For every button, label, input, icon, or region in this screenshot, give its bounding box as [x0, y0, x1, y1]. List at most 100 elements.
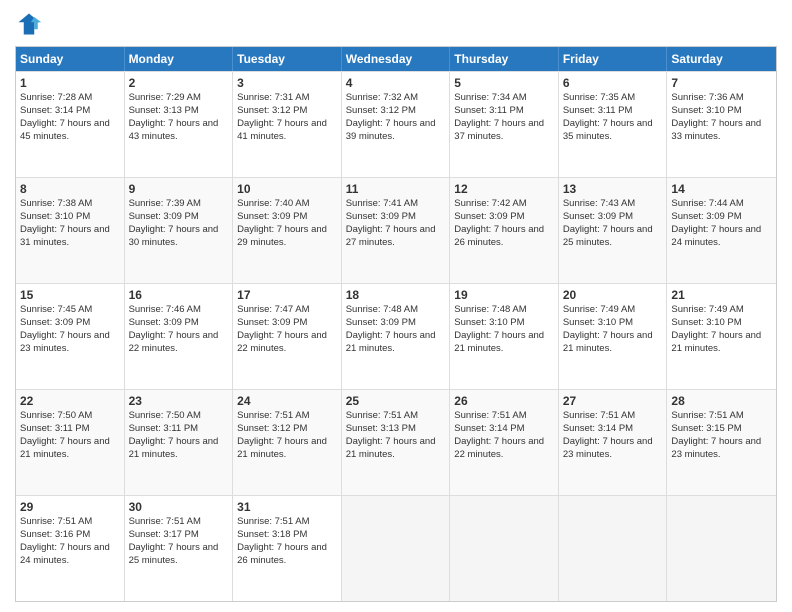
- day-number: 16: [129, 287, 229, 303]
- sunrise-text: Sunrise: 7:50 AM: [20, 410, 92, 421]
- day-cell-13: 13Sunrise: 7:43 AMSunset: 3:09 PMDayligh…: [559, 178, 668, 283]
- daylight-text: Daylight: 7 hours and 21 minutes.: [237, 436, 327, 460]
- calendar-row-5: 29Sunrise: 7:51 AMSunset: 3:16 PMDayligh…: [16, 495, 776, 601]
- daylight-text: Daylight: 7 hours and 35 minutes.: [563, 118, 653, 142]
- day-number: 19: [454, 287, 554, 303]
- day-cell-18: 18Sunrise: 7:48 AMSunset: 3:09 PMDayligh…: [342, 284, 451, 389]
- day-number: 12: [454, 181, 554, 197]
- calendar-row-2: 8Sunrise: 7:38 AM Sunset: 3:10 PM Daylight…: [16, 177, 776, 283]
- sunset-text: Sunset: 3:11 PM: [563, 105, 633, 116]
- header-day-wednesday: Wednesday: [342, 47, 451, 71]
- day-number: 5: [454, 75, 554, 91]
- sunrise-text: Sunrise: 7:35 AM: [563, 92, 635, 103]
- daylight-text: Daylight: 7 hours and 39 minutes.: [346, 118, 436, 142]
- sunset-text: Sunset: 3:14 PM: [454, 423, 524, 434]
- sunset-text: Sunset: 3:12 PM: [237, 423, 307, 434]
- sunrise-text: Sunrise: 7:31 AM: [237, 92, 309, 103]
- sunrise-text: Sunrise: 7:50 AM: [129, 410, 201, 421]
- daylight-text: Daylight: 7 hours and 26 minutes.: [454, 224, 544, 248]
- sunrise-text: Sunrise: 7:36 AM: [671, 92, 743, 103]
- sunset-text: Sunset: 3:10 PM: [671, 317, 741, 328]
- empty-cell: [342, 496, 451, 601]
- day-number: 31: [237, 499, 337, 515]
- day-number: 10: [237, 181, 337, 197]
- sunrise-text: Sunrise: 7:48 AM: [454, 304, 526, 315]
- day-cell-19: 19Sunrise: 7:48 AMSunset: 3:10 PMDayligh…: [450, 284, 559, 389]
- sunrise-text: Sunrise: 7:46 AM: [129, 304, 201, 315]
- sunset-text: Sunset: 3:11 PM: [129, 423, 199, 434]
- header-day-monday: Monday: [125, 47, 234, 71]
- daylight-text: Daylight: 7 hours and 45 minutes.: [20, 118, 110, 142]
- sunrise-text: Sunrise: 7:51 AM: [671, 410, 743, 421]
- empty-cell: [667, 496, 776, 601]
- day-cell-12: 12Sunrise: 7:42 AM Sunset: 3:09 PM Dayligh…: [450, 178, 559, 283]
- daylight-text: Daylight: 7 hours and 22 minutes.: [454, 436, 544, 460]
- header-day-saturday: Saturday: [667, 47, 776, 71]
- sunrise-text: Sunrise: 7:45 AM: [20, 304, 92, 315]
- day-number: 21: [671, 287, 772, 303]
- header-day-sunday: Sunday: [16, 47, 125, 71]
- day-number: 8: [20, 181, 120, 197]
- daylight-text: Daylight: 7 hours and 43 minutes.: [129, 118, 219, 142]
- calendar-body: 1Sunrise: 7:28 AM Sunset: 3:14 PM Daylight…: [16, 71, 776, 601]
- daylight-text: Daylight: 7 hours and 23 minutes.: [563, 436, 653, 460]
- sunset-text: Sunset: 3:09 PM: [454, 211, 524, 222]
- daylight-text: Daylight: 7 hours and 21 minutes.: [20, 436, 110, 460]
- daylight-text: Daylight: 7 hours and 37 minutes.: [454, 118, 544, 142]
- day-number: 7: [671, 75, 772, 91]
- day-cell-11: 11Sunrise: 7:41 AMSunset: 3:09 PMDayligh…: [342, 178, 451, 283]
- sunset-text: Sunset: 3:09 PM: [129, 317, 199, 328]
- day-cell-29: 29Sunrise: 7:51 AMSunset: 3:16 PMDayligh…: [16, 496, 125, 601]
- daylight-text: Daylight: 7 hours and 21 minutes.: [346, 436, 436, 460]
- sunset-text: Sunset: 3:09 PM: [671, 211, 741, 222]
- daylight-text: Daylight: 7 hours and 24 minutes.: [671, 224, 761, 248]
- day-number: 27: [563, 393, 663, 409]
- day-number: 9: [129, 181, 229, 197]
- sunrise-text: Sunrise: 7:51 AM: [20, 516, 92, 527]
- sunrise-text: Sunrise: 7:28 AM: [20, 92, 92, 103]
- sunset-text: Sunset: 3:12 PM: [237, 105, 307, 116]
- sunrise-text: Sunrise: 7:38 AM: [20, 198, 92, 209]
- day-cell-4: 4Sunrise: 7:32 AMSunset: 3:12 PMDaylight…: [342, 72, 451, 177]
- day-number: 1: [20, 75, 120, 91]
- sunrise-text: Sunrise: 7:32 AM: [346, 92, 418, 103]
- sunset-text: Sunset: 3:09 PM: [20, 317, 90, 328]
- sunset-text: Sunset: 3:11 PM: [20, 423, 90, 434]
- day-cell-21: 21Sunrise: 7:49 AMSunset: 3:10 PMDayligh…: [667, 284, 776, 389]
- day-number: 29: [20, 499, 120, 515]
- day-number: 17: [237, 287, 337, 303]
- sunset-text: Sunset: 3:13 PM: [129, 105, 199, 116]
- day-cell-10: 10Sunrise: 7:40 AMSunset: 3:09 PMDayligh…: [233, 178, 342, 283]
- day-number: 2: [129, 75, 229, 91]
- logo-icon: [15, 10, 43, 38]
- sunset-text: Sunset: 3:10 PM: [20, 211, 90, 222]
- calendar-row-3: 15Sunrise: 7:45 AMSunset: 3:09 PMDayligh…: [16, 283, 776, 389]
- day-number: 18: [346, 287, 446, 303]
- sunrise-text: Sunrise: 7:42 AM: [454, 198, 526, 209]
- sunrise-text: Sunrise: 7:47 AM: [237, 304, 309, 315]
- sunset-text: Sunset: 3:14 PM: [563, 423, 633, 434]
- sunrise-text: Sunrise: 7:51 AM: [346, 410, 418, 421]
- sunset-text: Sunset: 3:09 PM: [237, 317, 307, 328]
- day-cell-15: 15Sunrise: 7:45 AMSunset: 3:09 PMDayligh…: [16, 284, 125, 389]
- sunrise-text: Sunrise: 7:39 AM: [129, 198, 201, 209]
- day-cell-17: 17Sunrise: 7:47 AM Sunset: 3:09 PM Dayligh…: [233, 284, 342, 389]
- day-number: 23: [129, 393, 229, 409]
- daylight-text: Daylight: 7 hours and 21 minutes.: [671, 330, 761, 354]
- sunrise-text: Sunrise: 7:51 AM: [237, 410, 309, 421]
- sunrise-text: Sunrise: 7:34 AM: [454, 92, 526, 103]
- header: [15, 10, 777, 38]
- day-number: 28: [671, 393, 772, 409]
- day-number: 24: [237, 393, 337, 409]
- empty-cell: [559, 496, 668, 601]
- day-cell-3: 3Sunrise: 7:31 AMSunset: 3:12 PMDaylight…: [233, 72, 342, 177]
- sunrise-text: Sunrise: 7:51 AM: [454, 410, 526, 421]
- header-day-tuesday: Tuesday: [233, 47, 342, 71]
- daylight-text: Daylight: 7 hours and 21 minutes.: [346, 330, 436, 354]
- day-cell-9: 9Sunrise: 7:39 AMSunset: 3:09 PMDaylight…: [125, 178, 234, 283]
- daylight-text: Daylight: 7 hours and 22 minutes.: [237, 330, 327, 354]
- sunrise-text: Sunrise: 7:41 AM: [346, 198, 418, 209]
- day-cell-27: 27Sunrise: 7:51 AMSunset: 3:14 PMDayligh…: [559, 390, 668, 495]
- daylight-text: Daylight: 7 hours and 41 minutes.: [237, 118, 327, 142]
- day-cell-30: 30Sunrise: 7:51 AMSunset: 3:17 PMDayligh…: [125, 496, 234, 601]
